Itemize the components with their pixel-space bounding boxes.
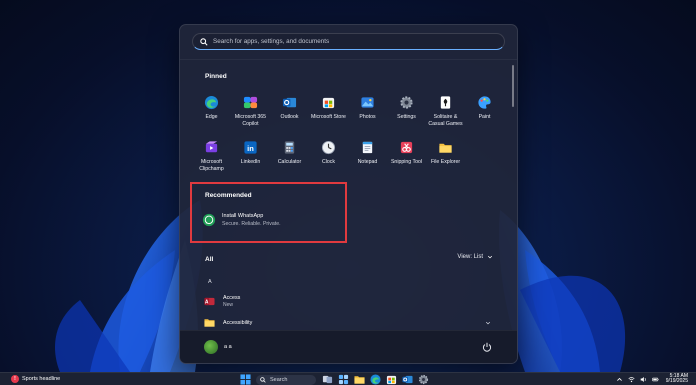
edge-icon[interactable] <box>370 374 381 385</box>
chevron-down-icon[interactable] <box>485 320 491 326</box>
recommended-item-name: Install WhatsApp <box>222 213 264 219</box>
outlook-icon[interactable] <box>402 374 413 385</box>
solitaire-icon <box>440 96 451 109</box>
clipchamp-icon <box>205 141 218 153</box>
all-apps-title: All <box>205 256 214 263</box>
photos-icon <box>361 97 374 108</box>
search-icon <box>200 37 208 46</box>
pinned-app-file-explorer[interactable]: File Explorer <box>426 138 465 183</box>
task-view-icon[interactable] <box>322 374 333 385</box>
pinned-app-notepad[interactable]: Notepad <box>348 138 387 183</box>
folder-icon <box>204 319 215 327</box>
divider <box>180 59 517 60</box>
whatsapp-icon <box>202 213 216 227</box>
clock-icon <box>321 140 336 155</box>
gear-icon <box>400 96 413 109</box>
all-apps-item-access[interactable]: A Access New <box>204 295 494 308</box>
edge-icon <box>204 95 219 110</box>
avatar <box>204 340 218 354</box>
start-menu: Pinned Edge Microsoft 365 Copilot Outloo… <box>179 24 518 364</box>
start-footer: a a <box>180 330 517 363</box>
taskbar-clock[interactable]: 5:18 AM 9/19/2025 <box>666 373 688 385</box>
user-account-button[interactable]: a a <box>204 340 232 354</box>
wifi-icon[interactable] <box>628 376 635 383</box>
folder-icon <box>439 143 452 153</box>
pinned-app-photos[interactable]: Photos <box>348 93 387 138</box>
chevron-down-icon <box>487 255 493 259</box>
pinned-app-outlook[interactable]: Outlook <box>270 93 309 138</box>
paint-icon <box>478 96 491 109</box>
copilot-icon <box>243 96 258 109</box>
access-icon: A <box>204 297 215 306</box>
taskbar-search[interactable]: Search <box>256 374 316 385</box>
pinned-app-clipchamp[interactable]: Microsoft Clipchamp <box>192 138 231 183</box>
recommended-item-whatsapp[interactable]: Install WhatsApp Secure. Reliable. Priva… <box>202 213 281 227</box>
power-icon[interactable] <box>482 342 492 352</box>
view-list-button[interactable]: View: List <box>457 254 493 260</box>
linkedin-icon: in <box>244 141 257 154</box>
system-tray: 5:18 AM 9/19/2025 <box>611 373 688 385</box>
search-icon <box>260 376 266 383</box>
pinned-grid: Edge Microsoft 365 Copilot Outlook Micro… <box>192 93 507 183</box>
pinned-app-store[interactable]: Microsoft Store <box>309 93 348 138</box>
pinned-app-linkedin[interactable]: in LinkedIn <box>231 138 270 183</box>
taskbar: ! Sports headline Search 5:18 AM 9/19/20… <box>0 372 696 385</box>
svg-text:A: A <box>205 300 209 306</box>
pinned-app-snipping-tool[interactable]: Snipping Tool <box>387 138 426 183</box>
pinned-app-settings[interactable]: Settings <box>387 93 426 138</box>
notepad-icon <box>362 141 373 154</box>
pinned-app-paint[interactable]: Paint <box>465 93 504 138</box>
taskbar-center: Search <box>240 374 434 385</box>
news-badge-icon: ! <box>11 375 19 383</box>
store-icon[interactable] <box>386 374 397 385</box>
pinned-app-clock[interactable]: Clock <box>309 138 348 183</box>
search-box[interactable] <box>192 33 505 50</box>
recommended-title: Recommended <box>205 192 252 199</box>
pinned-app-copilot[interactable]: Microsoft 365 Copilot <box>231 93 270 138</box>
news-widget[interactable]: ! Sports headline <box>11 375 60 383</box>
battery-icon[interactable] <box>651 376 659 383</box>
store-icon <box>322 97 335 109</box>
outlook-icon <box>282 97 297 108</box>
user-name: a a <box>224 344 232 350</box>
windows-start-icon[interactable] <box>240 374 251 385</box>
chevron-up-icon[interactable] <box>616 376 623 383</box>
pinned-app-calculator[interactable]: Calculator <box>270 138 309 183</box>
pinned-app-solitaire[interactable]: Solitaire & Casual Games <box>426 93 465 138</box>
pinned-app-edge[interactable]: Edge <box>192 93 231 138</box>
volume-icon[interactable] <box>640 376 647 383</box>
pinned-title: Pinned <box>205 73 227 80</box>
snipping-tool-icon <box>400 141 413 154</box>
letter-header-a[interactable]: A <box>208 279 212 285</box>
svg-text:in: in <box>247 144 254 153</box>
all-apps-item-accessibility[interactable]: Accessibility <box>204 317 494 328</box>
settings-icon[interactable] <box>418 374 429 385</box>
search-input[interactable] <box>213 38 493 45</box>
file-explorer-icon[interactable] <box>354 374 365 385</box>
recommended-item-description: Secure. Reliable. Private. <box>222 221 281 227</box>
widgets-icon[interactable] <box>338 374 349 385</box>
calculator-icon <box>284 141 295 154</box>
scrollbar[interactable] <box>512 65 514 107</box>
